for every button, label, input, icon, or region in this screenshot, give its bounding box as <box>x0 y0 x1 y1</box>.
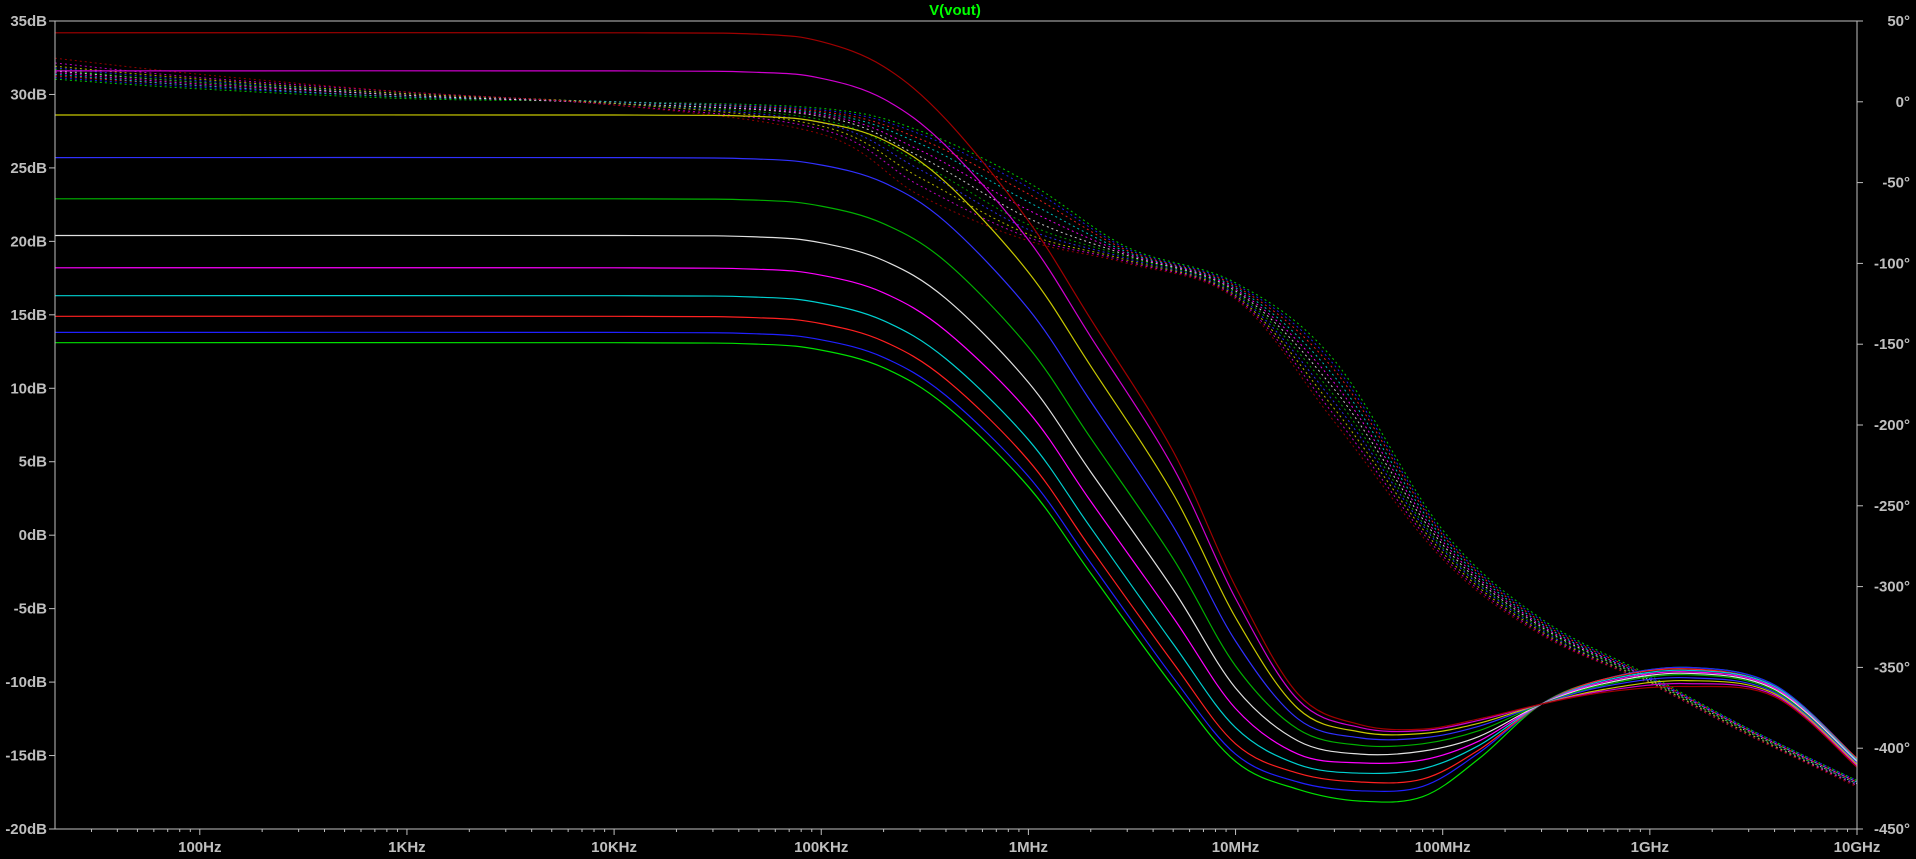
y-left-tick-label: 15dB <box>10 307 47 324</box>
y-left-tick-label: 0dB <box>19 527 48 544</box>
x-tick-label: 1KHz <box>388 839 426 856</box>
y-right-tick-label: -400° <box>1874 740 1910 757</box>
chart-title: V(vout) <box>929 2 981 19</box>
x-tick-label: 100MHz <box>1415 839 1471 856</box>
y-right-tick-label: -50° <box>1882 175 1910 192</box>
y-left-tick-label: -20dB <box>5 821 47 838</box>
y-left-tick-label: 35dB <box>10 13 47 30</box>
y-left-tick-label: -5dB <box>14 601 48 618</box>
y-left-tick-label: 30dB <box>10 86 47 103</box>
y-left-tick-label: 10dB <box>10 380 47 397</box>
y-right-tick-label: -450° <box>1874 821 1910 838</box>
x-tick-label: 100KHz <box>794 839 848 856</box>
y-right-tick-label: -300° <box>1874 579 1910 596</box>
y-right-tick-label: 50° <box>1887 13 1910 30</box>
y-right-tick-label: -350° <box>1874 659 1910 676</box>
bode-plot: V(vout) 100Hz 1KHz 10KHz 100KHz 1MHz 10MHz 100… <box>0 0 1916 859</box>
x-tick-label: 10GHz <box>1834 839 1881 856</box>
y-right-tick-label: -100° <box>1874 255 1910 272</box>
y-right-tick-label: -200° <box>1874 417 1910 434</box>
y-left-tick-label: -10dB <box>5 674 47 691</box>
y-left-tick-label: -15dB <box>5 748 47 765</box>
y-left-tick-label: 20dB <box>10 233 47 250</box>
x-tick-label: 10KHz <box>591 839 637 856</box>
x-tick-label: 10MHz <box>1212 839 1260 856</box>
y-right-tick-label: 0° <box>1896 94 1910 111</box>
y-left-tick-label: 25dB <box>10 160 47 177</box>
y-right-tick-label: -250° <box>1874 498 1910 515</box>
plot-background <box>0 0 1916 859</box>
x-tick-label: 1GHz <box>1631 839 1669 856</box>
x-tick-label: 1MHz <box>1009 839 1048 856</box>
x-tick-label: 100Hz <box>178 839 221 856</box>
y-left-tick-label: 5dB <box>19 454 48 471</box>
y-right-tick-label: -150° <box>1874 336 1910 353</box>
